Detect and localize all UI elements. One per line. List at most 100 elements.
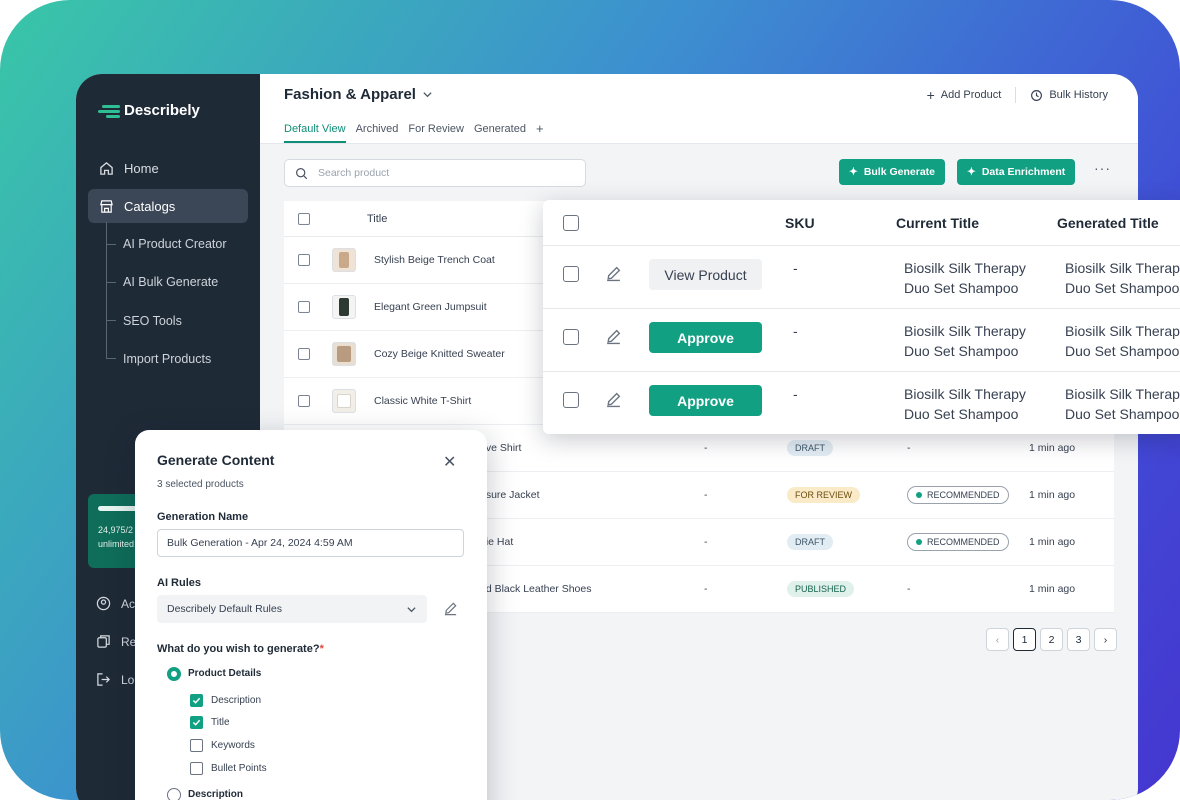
plus-icon: + bbox=[926, 87, 935, 103]
page-3-button[interactable]: 3 bbox=[1067, 628, 1090, 651]
page-1-button[interactable]: 1 bbox=[1013, 628, 1036, 651]
row-checkbox[interactable] bbox=[298, 348, 310, 360]
top-bar: Fashion & Apparel + Add Product Bulk His… bbox=[260, 74, 1138, 144]
sidebar-item-account[interactable]: Ac bbox=[96, 596, 135, 611]
product-details-radio[interactable] bbox=[167, 667, 181, 681]
view-tabs: Default View Archived For Review Generat… bbox=[284, 121, 544, 143]
search-input[interactable] bbox=[318, 167, 558, 179]
brand-name: Describely bbox=[124, 102, 200, 119]
status-badge: PUBLISHED bbox=[787, 581, 855, 597]
row-checkbox[interactable] bbox=[563, 329, 579, 345]
search-icon bbox=[296, 167, 308, 179]
subnav-seo-tools[interactable]: SEO Tools bbox=[123, 314, 182, 328]
approve-button[interactable]: Approve bbox=[649, 385, 762, 416]
sparkle-icon: ✦ bbox=[849, 166, 858, 178]
product-details-label: Product Details bbox=[188, 668, 262, 679]
subnav-import-products[interactable]: Import Products bbox=[123, 352, 211, 366]
edit-icon bbox=[607, 392, 621, 408]
logo[interactable]: Describely bbox=[96, 102, 200, 119]
row-checkbox[interactable] bbox=[298, 254, 310, 266]
current-title-line1: Biosilk Silk Therapy bbox=[904, 386, 1026, 402]
add-product-button[interactable]: + Add Product bbox=[927, 87, 1002, 103]
description-checkbox[interactable] bbox=[190, 694, 203, 707]
generated-title-line1: Biosilk Silk Therap bbox=[1065, 386, 1180, 402]
status-dot-icon bbox=[916, 539, 922, 545]
row-checkbox[interactable] bbox=[563, 266, 579, 282]
sidebar-item-resources[interactable]: Re bbox=[96, 634, 136, 649]
product-thumbnail bbox=[332, 295, 356, 319]
tab-default-view[interactable]: Default View bbox=[284, 123, 346, 143]
row-checkbox[interactable] bbox=[563, 392, 579, 408]
sidebar-item-label: Lo bbox=[121, 672, 135, 687]
logo-icon bbox=[96, 103, 120, 119]
product-sku: - bbox=[704, 536, 708, 548]
updated-time: 1 min ago bbox=[1029, 489, 1076, 501]
generation-name-input[interactable] bbox=[157, 529, 464, 557]
sidebar-item-label: Home bbox=[124, 160, 159, 176]
recommended-label: RECOMMENDED bbox=[927, 537, 1000, 547]
page-2-button[interactable]: 2 bbox=[1040, 628, 1063, 651]
tab-for-review[interactable]: For Review bbox=[408, 123, 464, 143]
current-title-line1: Biosilk Silk Therapy bbox=[904, 323, 1026, 339]
close-icon[interactable]: ✕ bbox=[443, 452, 456, 472]
product-thumbnail bbox=[332, 342, 356, 366]
title-checkbox[interactable] bbox=[190, 716, 203, 729]
generated-title-line2: Duo Set Shampoo bbox=[1065, 343, 1180, 359]
select-all-checkbox[interactable] bbox=[563, 215, 579, 231]
edit-icon[interactable] bbox=[443, 601, 458, 616]
comparison-row[interactable]: Approve - Biosilk Silk Therapy Duo Set S… bbox=[543, 309, 1180, 372]
recommended-label: RECOMMENDED bbox=[927, 490, 1000, 500]
subnav-tick bbox=[106, 320, 116, 321]
updated-time: 1 min ago bbox=[1029, 583, 1076, 595]
bullet-points-checkbox[interactable] bbox=[190, 762, 203, 775]
tab-archived[interactable]: Archived bbox=[356, 123, 399, 143]
row-checkbox[interactable] bbox=[298, 301, 310, 313]
required-asterisk: * bbox=[319, 643, 324, 655]
column-generated-title: Generated Title bbox=[1057, 215, 1159, 231]
ai-rules-value: Describely Default Rules bbox=[167, 603, 282, 615]
subnav-ai-product-creator[interactable]: AI Product Creator bbox=[123, 237, 227, 251]
generation-name-label: Generation Name bbox=[157, 511, 249, 523]
catalog-selector[interactable]: Fashion & Apparel bbox=[284, 86, 433, 103]
bulk-history-label: Bulk History bbox=[1049, 89, 1108, 101]
prev-page-button[interactable]: ‹ bbox=[986, 628, 1009, 651]
chevron-down-icon bbox=[407, 606, 416, 612]
edit-icon bbox=[607, 266, 621, 282]
keywords-checkbox[interactable] bbox=[190, 739, 203, 752]
comparison-row[interactable]: Approve - Biosilk Silk Therapy Duo Set S… bbox=[543, 372, 1180, 434]
sidebar-item-home[interactable]: Home bbox=[88, 151, 248, 185]
product-title: Classic White T-Shirt bbox=[374, 395, 472, 407]
add-tab-button[interactable]: + bbox=[536, 121, 544, 143]
next-page-button[interactable]: › bbox=[1094, 628, 1117, 651]
search-box[interactable] bbox=[284, 159, 586, 187]
tab-generated[interactable]: Generated bbox=[474, 123, 526, 143]
sidebar-item-catalogs[interactable]: Catalogs bbox=[88, 189, 248, 223]
subnav-tick bbox=[106, 244, 116, 245]
description-radio[interactable] bbox=[167, 788, 181, 800]
title-comparison-panel: SKU Current Title Generated Title View P… bbox=[543, 200, 1180, 434]
status-dot-icon bbox=[916, 492, 922, 498]
subnav-ai-bulk-generate[interactable]: AI Bulk Generate bbox=[123, 275, 218, 289]
view-product-button[interactable]: View Product bbox=[649, 259, 762, 290]
sidebar-item-logout[interactable]: Lo bbox=[96, 672, 134, 687]
product-sku: - bbox=[793, 386, 798, 402]
column-title: Title bbox=[367, 212, 388, 225]
option-bullet-points: Bullet Points bbox=[211, 763, 267, 774]
product-sku: - bbox=[704, 583, 708, 595]
updated-time: 1 min ago bbox=[1029, 536, 1076, 548]
bulk-history-button[interactable]: Bulk History bbox=[1030, 89, 1108, 102]
data-enrichment-button[interactable]: ✦ Data Enrichment bbox=[957, 159, 1076, 185]
product-sku: - bbox=[793, 323, 798, 339]
row-checkbox[interactable] bbox=[298, 395, 310, 407]
bulk-generate-button[interactable]: ✦ Bulk Generate bbox=[839, 159, 946, 185]
column-sku: SKU bbox=[785, 215, 815, 231]
sparkle-icon: ✦ bbox=[967, 166, 976, 178]
selected-count: 3 selected products bbox=[157, 479, 244, 490]
select-all-checkbox[interactable] bbox=[298, 212, 310, 225]
sidebar-item-label: Catalogs bbox=[124, 198, 176, 214]
ai-rules-label: AI Rules bbox=[157, 577, 202, 589]
more-options-icon[interactable]: ··· bbox=[1094, 160, 1111, 176]
comparison-row[interactable]: View Product - Biosilk Silk Therapy Duo … bbox=[543, 246, 1180, 309]
approve-button[interactable]: Approve bbox=[649, 322, 762, 353]
ai-rules-select[interactable]: Describely Default Rules bbox=[157, 595, 427, 623]
